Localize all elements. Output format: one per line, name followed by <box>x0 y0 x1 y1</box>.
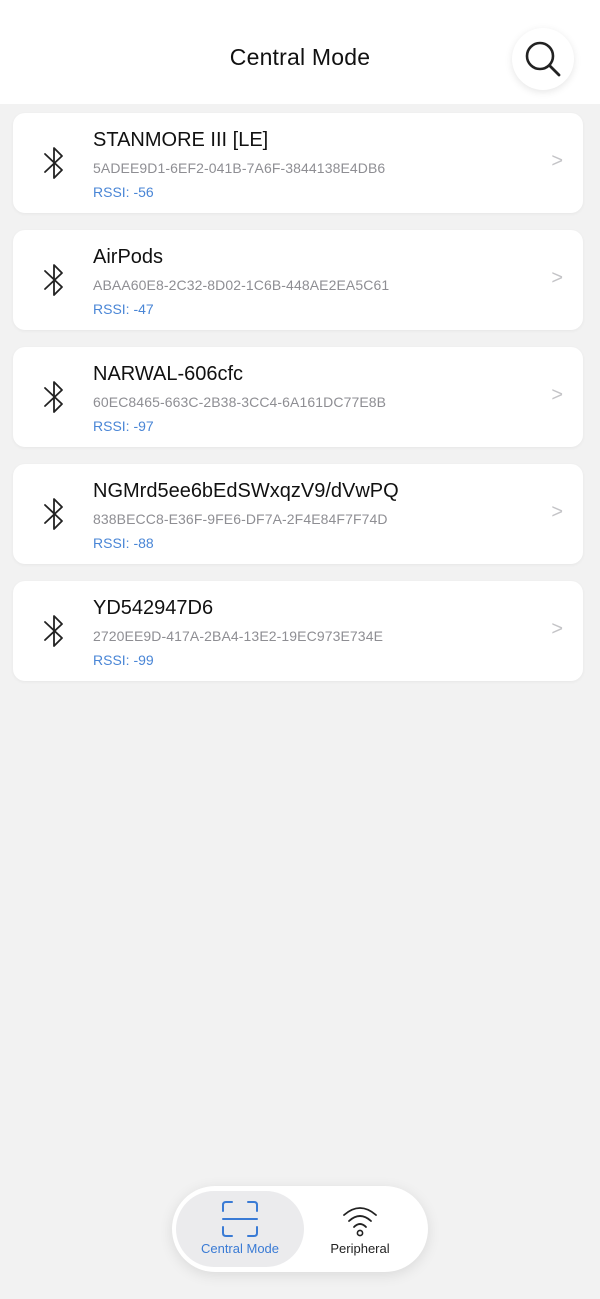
device-rssi: RSSI: -99 <box>93 652 154 668</box>
device-rssi: RSSI: -56 <box>93 184 154 200</box>
bluetooth-icon <box>44 147 63 179</box>
search-button[interactable] <box>512 28 574 90</box>
device-name: NGMrd5ee6bEdSWxqzV9/dVwPQ <box>93 480 399 502</box>
tab-bar: Central Mode Peripheral <box>172 1186 428 1272</box>
chevron-right-icon: > <box>551 267 563 289</box>
navigation-bar: Central Mode <box>0 0 600 104</box>
chevron-right-icon: > <box>551 618 563 640</box>
device-card[interactable]: STANMORE III [LE] 5ADEE9D1-6EF2-041B-7A6… <box>13 113 583 213</box>
device-list: STANMORE III [LE] 5ADEE9D1-6EF2-041B-7A6… <box>13 113 583 698</box>
bluetooth-icon <box>44 498 63 530</box>
device-rssi: RSSI: -47 <box>93 301 154 317</box>
device-uuid: 60EC8465-663C-2B38-3CC4-6A161DC77E8B <box>93 394 387 410</box>
device-card[interactable]: NARWAL-606cfc 60EC8465-663C-2B38-3CC4-6A… <box>13 347 583 447</box>
bluetooth-icon <box>44 615 63 647</box>
search-icon <box>525 41 561 77</box>
device-uuid: 2720EE9D-417A-2BA4-13E2-19EC973E734E <box>93 628 384 644</box>
device-rssi: RSSI: -97 <box>93 418 154 434</box>
device-card[interactable]: AirPods ABAA60E8-2C32-8D02-1C6B-448AE2EA… <box>13 230 583 330</box>
tab-central-mode[interactable]: Central Mode <box>176 1191 304 1267</box>
bluetooth-icon <box>44 381 63 413</box>
device-name: AirPods <box>93 246 164 268</box>
device-name: YD542947D6 <box>93 597 214 619</box>
device-uuid: 838BECC8-E36F-9FE6-DF7A-2F4E84F7F74D <box>93 511 388 527</box>
device-name: NARWAL-606cfc <box>93 363 244 385</box>
device-rssi: RSSI: -88 <box>93 535 154 551</box>
tab-peripheral[interactable]: Peripheral <box>296 1191 424 1267</box>
tab-label: Central Mode <box>200 1241 280 1256</box>
tab-label: Peripheral <box>330 1241 390 1256</box>
chevron-right-icon: > <box>551 150 563 172</box>
device-uuid: ABAA60E8-2C32-8D02-1C6B-448AE2EA5C61 <box>93 277 390 293</box>
page-title: Central Mode <box>229 44 371 70</box>
device-card[interactable]: YD542947D6 2720EE9D-417A-2BA4-13E2-19EC9… <box>13 581 583 681</box>
chevron-right-icon: > <box>551 384 563 406</box>
chevron-right-icon: > <box>551 501 563 523</box>
wifi-broadcast-icon <box>343 1207 377 1237</box>
device-name: STANMORE III [LE] <box>93 129 269 151</box>
bluetooth-icon <box>44 264 63 296</box>
scan-icon <box>222 1201 258 1237</box>
device-uuid: 5ADEE9D1-6EF2-041B-7A6F-3844138E4DB6 <box>93 160 386 176</box>
device-card[interactable]: NGMrd5ee6bEdSWxqzV9/dVwPQ 838BECC8-E36F-… <box>13 464 583 564</box>
